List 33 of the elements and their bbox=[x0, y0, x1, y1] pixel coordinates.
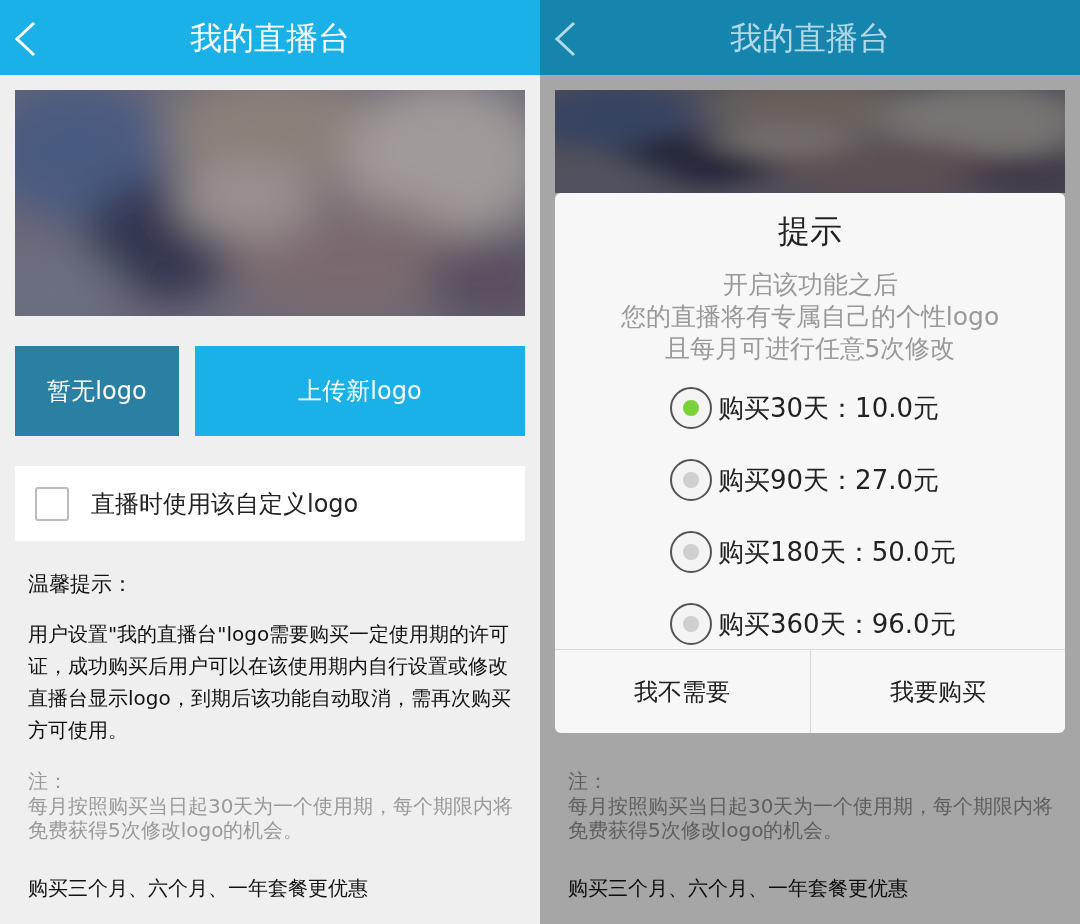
dialog-button[interactable]: 我不需要 bbox=[555, 650, 810, 733]
page-title: 我的直播台 bbox=[190, 17, 350, 59]
dialog-message: 开启该功能之后 bbox=[722, 269, 898, 301]
logo-button[interactable]: 暂无logo bbox=[15, 346, 179, 436]
page-title: 我的直播台 bbox=[730, 17, 890, 59]
price-option[interactable]: 购买360天：96.0元 bbox=[670, 603, 956, 645]
checkbox-label: 直播时使用该自定义logo bbox=[91, 488, 359, 520]
note-paragraph: 每月按照购买当日起30天为一个使用期，每个期限内将免费获得5次修改logo的机会。 bbox=[568, 794, 1055, 842]
radio-button[interactable] bbox=[670, 603, 712, 645]
price-option[interactable]: 购买180天：50.0元 bbox=[670, 531, 956, 573]
tips-heading: 温馨提示： bbox=[28, 571, 134, 598]
option-label: 购买90天：27.0元 bbox=[718, 463, 939, 497]
radio-button[interactable] bbox=[670, 459, 712, 501]
radio-button[interactable] bbox=[670, 531, 712, 573]
note-paragraph: 每月按照购买当日起30天为一个使用期，每个期限内将免费获得5次修改logo的机会。 bbox=[28, 794, 515, 842]
option-label: 购买180天：50.0元 bbox=[718, 535, 956, 569]
back-icon[interactable] bbox=[554, 21, 576, 57]
promo-text: 购买三个月、六个月、一年套餐更优惠 bbox=[568, 875, 909, 902]
dialog-message: 您的直播将有专属自己的个性logo bbox=[620, 301, 1000, 333]
price-option[interactable]: 购买30天：10.0元 bbox=[670, 387, 956, 429]
checkbox-row[interactable]: 直播时使用该自定义logo bbox=[15, 466, 525, 541]
checkbox[interactable] bbox=[35, 486, 69, 521]
option-label: 购买30天：10.0元 bbox=[718, 391, 939, 425]
note-heading: 注： bbox=[568, 768, 609, 794]
tips-paragraph: 用户设置"我的直播台"logo需要购买一定使用期的许可证，成功购买后用户可以在该使用期内自行设置或修改直播台显示logo，到期后该功能自动取消，需再次购买方可使用。 bbox=[28, 621, 512, 744]
dialog-message: 且每月可进行任意5次修改 bbox=[664, 333, 956, 365]
price-option[interactable]: 购买90天：27.0元 bbox=[670, 459, 956, 501]
note-heading: 注： bbox=[28, 768, 69, 794]
option-label: 购买360天：96.0元 bbox=[718, 607, 956, 641]
dialog-button[interactable]: 我要购买 bbox=[809, 650, 1065, 733]
promo-text: 购买三个月、六个月、一年套餐更优惠 bbox=[28, 875, 369, 902]
dialog-title: 提示 bbox=[778, 211, 842, 252]
radio-button[interactable] bbox=[670, 387, 712, 429]
